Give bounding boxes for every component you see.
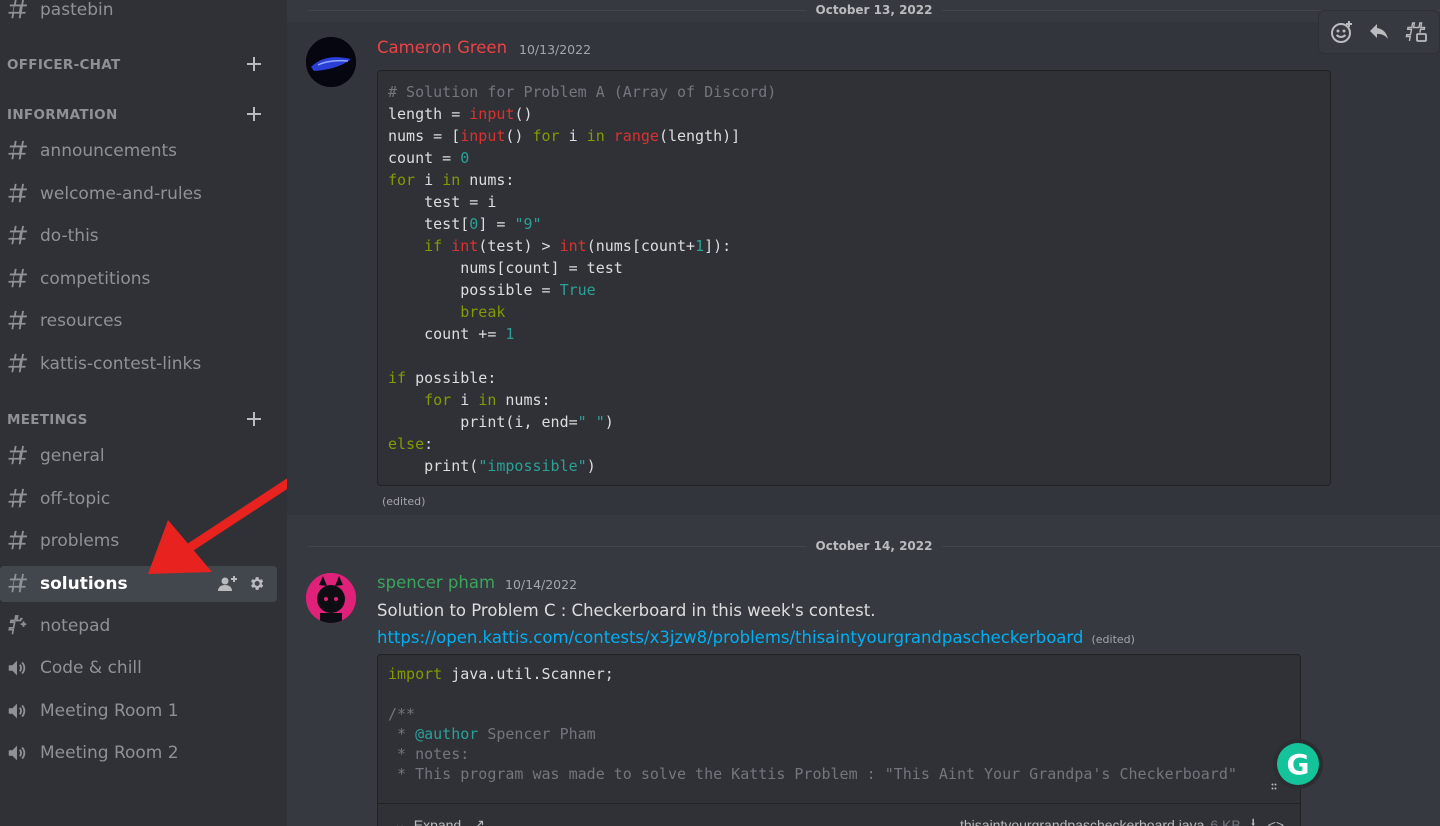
code-attachment-java: import java.util.Scanner; /** * @author … bbox=[377, 654, 1301, 826]
message-author[interactable]: spencer pham bbox=[377, 573, 495, 592]
speaker-icon bbox=[0, 657, 40, 679]
channel-kattis-contest-links[interactable]: kattis-contest-links bbox=[0, 346, 277, 382]
channel-welcome-and-rules[interactable]: welcome-and-rules bbox=[0, 176, 277, 212]
hash-icon bbox=[0, 488, 40, 510]
hash-icon bbox=[0, 183, 40, 205]
grammarly-icon[interactable]: G bbox=[1273, 739, 1323, 789]
text-channel-thread-icon bbox=[0, 615, 40, 637]
reply-icon[interactable] bbox=[1362, 15, 1396, 49]
code-content: import java.util.Scanner; /** * @author … bbox=[388, 665, 1237, 783]
message-timestamp: 10/13/2022 bbox=[519, 42, 592, 57]
channel-label: notepad bbox=[40, 616, 111, 636]
channel-label: Code & chill bbox=[40, 658, 142, 678]
category-label: INFORMATION bbox=[7, 107, 118, 123]
channel-label: announcements bbox=[40, 141, 178, 161]
message-link-line: https://open.kattis.com/contests/x3jzw8/… bbox=[377, 628, 1135, 647]
attachment-footer: ⌄ Expand ↗ thisaintyourgrandpascheckerbo… bbox=[378, 803, 1300, 826]
hash-icon bbox=[0, 140, 40, 162]
channel-label: general bbox=[40, 446, 105, 466]
channel-label: Meeting Room 2 bbox=[40, 743, 179, 763]
speaker-icon bbox=[0, 700, 40, 722]
channel-label: solutions bbox=[40, 573, 128, 594]
plus-icon[interactable] bbox=[245, 105, 263, 127]
date-divider: October 13, 2022 bbox=[308, 0, 1440, 20]
category-officer-chat[interactable]: OFFICER-CHAT bbox=[0, 53, 275, 77]
hash-icon bbox=[0, 573, 40, 595]
red-arrow-annotation bbox=[148, 478, 287, 574]
category-information[interactable]: INFORMATION bbox=[0, 103, 275, 127]
channel-label: pastebin bbox=[40, 0, 114, 20]
channel-label: problems bbox=[40, 531, 120, 551]
avatar[interactable] bbox=[306, 573, 356, 623]
chat-area: October 13, 2022 Cameron Green 10/13/202… bbox=[287, 0, 1440, 826]
channel-meeting-room-1[interactable]: Meeting Room 1 bbox=[0, 693, 277, 729]
category-meetings[interactable]: MEETINGS bbox=[0, 408, 275, 432]
edited-label: (edited) bbox=[1091, 633, 1135, 646]
category-label: MEETINGS bbox=[7, 412, 88, 428]
edited-label: (edited) bbox=[382, 495, 426, 508]
date-divider: October 14, 2022 bbox=[308, 536, 1440, 556]
grammarly-letter: G bbox=[1277, 743, 1319, 785]
message-link[interactable]: https://open.kattis.com/contests/x3jzw8/… bbox=[377, 628, 1083, 647]
channel-notepad[interactable]: notepad bbox=[0, 608, 277, 644]
speaker-icon bbox=[0, 742, 40, 764]
hash-icon bbox=[0, 268, 40, 290]
channel-announcements[interactable]: announcements bbox=[0, 133, 277, 169]
channel-label: kattis-contest-links bbox=[40, 353, 202, 374]
hash-icon bbox=[0, 310, 40, 332]
hash-icon bbox=[0, 225, 40, 247]
channel-label: resources bbox=[40, 311, 123, 331]
add-reaction-icon[interactable] bbox=[1325, 15, 1359, 49]
plus-icon[interactable] bbox=[245, 55, 263, 77]
date-divider-label: October 13, 2022 bbox=[805, 3, 943, 17]
channel-code-chill[interactable]: Code & chill bbox=[0, 650, 277, 686]
category-label: OFFICER-CHAT bbox=[7, 57, 121, 73]
hash-icon bbox=[0, 445, 40, 467]
channel-competitions[interactable]: competitions bbox=[0, 261, 277, 297]
chevron-down-icon[interactable]: ⌄ bbox=[394, 816, 406, 826]
attachment-size: 6 KB bbox=[1210, 816, 1241, 826]
channel-do-this[interactable]: do-this bbox=[0, 218, 277, 254]
message-author[interactable]: Cameron Green bbox=[377, 38, 507, 57]
channel-sidebar: pastebin OFFICER-CHAT INFORMATION MEETIN… bbox=[0, 0, 287, 826]
hash-icon bbox=[0, 0, 40, 21]
channel-label: competitions bbox=[40, 268, 151, 289]
code-content: # Solution for Problem A (Array of Disco… bbox=[388, 83, 777, 475]
avatar[interactable] bbox=[306, 37, 356, 87]
channel-label: do-this bbox=[40, 226, 99, 246]
hash-icon bbox=[0, 353, 40, 375]
channel-label: off-topic bbox=[40, 488, 111, 509]
open-external-icon[interactable]: ↗ bbox=[473, 816, 485, 826]
message-timestamp: 10/14/2022 bbox=[505, 577, 578, 592]
expand-button[interactable]: Expand bbox=[414, 817, 461, 826]
plus-icon[interactable] bbox=[245, 410, 263, 432]
attachment-filename[interactable]: thisaintyourgrandpascheckerboard.java bbox=[960, 817, 1204, 826]
thread-icon[interactable] bbox=[1399, 15, 1433, 49]
channel-label: Meeting Room 1 bbox=[40, 700, 179, 721]
channel-pastebin[interactable]: pastebin bbox=[0, 0, 277, 28]
date-divider-label: October 14, 2022 bbox=[805, 539, 943, 553]
hash-icon bbox=[0, 530, 40, 552]
channel-resources[interactable]: resources bbox=[0, 303, 277, 339]
code-block-python: # Solution for Problem A (Array of Disco… bbox=[377, 70, 1331, 486]
download-icon[interactable]: ⭳ bbox=[1251, 813, 1256, 826]
channel-label: welcome-and-rules bbox=[40, 183, 202, 204]
message-hover-toolbar bbox=[1318, 10, 1440, 54]
message-text: Solution to Problem C : Checkerboard in … bbox=[377, 601, 876, 620]
channel-meeting-room-2[interactable]: Meeting Room 2 bbox=[0, 735, 277, 771]
code-view-icon[interactable]: <> bbox=[1268, 817, 1284, 826]
